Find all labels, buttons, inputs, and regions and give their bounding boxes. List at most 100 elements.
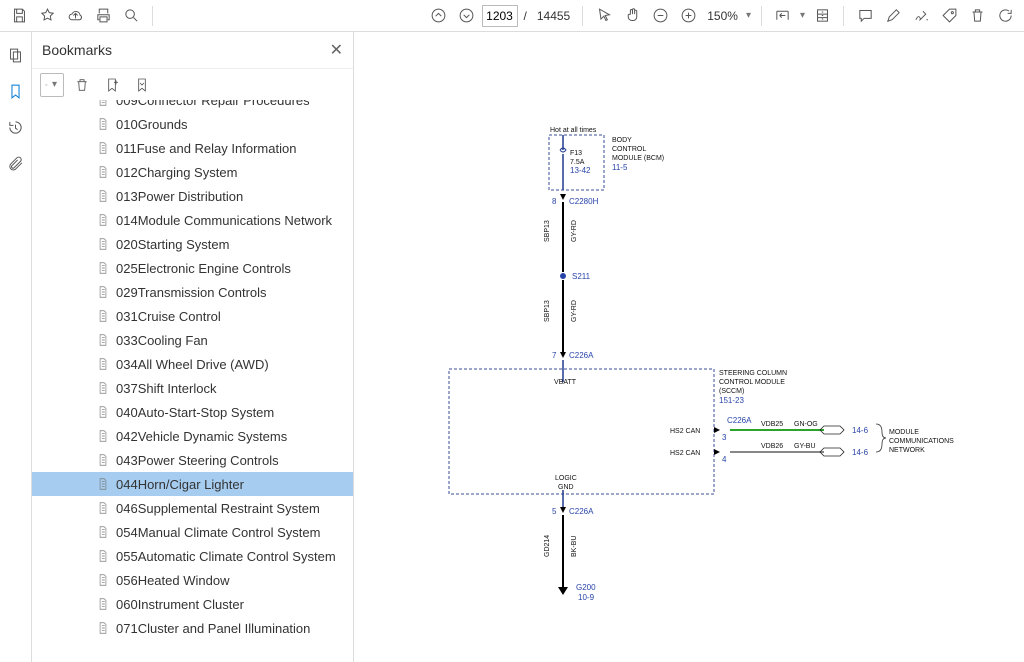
- svg-text:GN-OG: GN-OG: [794, 421, 818, 428]
- bookmark-page-icon: [96, 501, 110, 515]
- svg-text:C226A: C226A: [569, 507, 594, 516]
- svg-text:7: 7: [552, 351, 557, 360]
- bookmark-item[interactable]: 054Manual Climate Control System: [32, 520, 353, 544]
- pencil-button[interactable]: [880, 3, 906, 29]
- zoom-dropdown-icon[interactable]: ▾: [744, 10, 753, 21]
- left-icon-strip: [0, 32, 32, 662]
- svg-text:HS2 CAN: HS2 CAN: [670, 450, 700, 457]
- svg-text:C226A: C226A: [569, 351, 594, 360]
- svg-text:BODY: BODY: [612, 137, 632, 144]
- cabinet-button[interactable]: [809, 3, 835, 29]
- zoom-level-label[interactable]: 150%: [703, 9, 742, 23]
- svg-text:STEERING COLUMN: STEERING COLUMN: [719, 370, 787, 377]
- refresh-button[interactable]: [992, 3, 1018, 29]
- print-button[interactable]: [90, 3, 116, 29]
- bookmark-label: 055Automatic Climate Control System: [116, 549, 336, 564]
- bookmarks-icon[interactable]: [5, 80, 27, 102]
- history-icon[interactable]: [5, 116, 27, 138]
- bookmark-page-icon: [96, 429, 110, 443]
- bookmark-page-icon: [96, 285, 110, 299]
- svg-text:SBP13: SBP13: [544, 300, 551, 322]
- bookmark-item[interactable]: 014Module Communications Network: [32, 208, 353, 232]
- page-up-button[interactable]: [426, 3, 452, 29]
- bookmark-page-icon: [96, 309, 110, 323]
- sign-button[interactable]: [908, 3, 934, 29]
- bookmark-delete-button[interactable]: [70, 73, 94, 97]
- bookmark-item[interactable]: 011Fuse and Relay Information: [32, 136, 353, 160]
- bookmark-label: 009Connector Repair Procedures: [116, 100, 310, 108]
- svg-text:GY-BU: GY-BU: [794, 443, 816, 450]
- svg-text:14-6: 14-6: [852, 448, 869, 457]
- svg-text:5: 5: [552, 507, 557, 516]
- bookmark-page-icon: [96, 621, 110, 635]
- bookmark-item[interactable]: 013Power Distribution: [32, 184, 353, 208]
- page-separator: /: [520, 9, 531, 23]
- bookmark-item[interactable]: 029Transmission Controls: [32, 280, 353, 304]
- document-viewport[interactable]: Hot at all times BODY CONTROL MODULE (BC…: [354, 32, 1024, 662]
- bookmark-label: 011Fuse and Relay Information: [116, 141, 296, 156]
- main-toolbar: / 14455 150%▾ ▾: [0, 0, 1024, 32]
- fit-width-button[interactable]: [770, 3, 796, 29]
- bookmark-list[interactable]: 009Connector Repair Procedures 010Grounds…: [32, 100, 353, 662]
- hand-tool-button[interactable]: [619, 3, 645, 29]
- bookmark-item[interactable]: 010Grounds: [32, 112, 353, 136]
- bookmark-add-button[interactable]: [100, 73, 124, 97]
- tag-button[interactable]: [936, 3, 962, 29]
- svg-text:NETWORK: NETWORK: [889, 447, 925, 454]
- svg-text:S211: S211: [572, 272, 591, 281]
- bookmark-item[interactable]: 034All Wheel Drive (AWD): [32, 352, 353, 376]
- bookmark-item[interactable]: 046Supplemental Restraint System: [32, 496, 353, 520]
- bookmark-item[interactable]: 033Cooling Fan: [32, 328, 353, 352]
- svg-text:3: 3: [722, 433, 727, 442]
- svg-text:(SCCM): (SCCM): [719, 388, 744, 395]
- thumbnails-icon[interactable]: [5, 44, 27, 66]
- pointer-tool-button[interactable]: [591, 3, 617, 29]
- delete-button[interactable]: [964, 3, 990, 29]
- zoom-in-button[interactable]: [675, 3, 701, 29]
- svg-text:11-5: 11-5: [612, 163, 628, 172]
- bookmark-label: 029Transmission Controls: [116, 285, 267, 300]
- bookmark-item[interactable]: 071Cluster and Panel Illumination: [32, 616, 353, 640]
- bookmark-item[interactable]: 042Vehicle Dynamic Systems: [32, 424, 353, 448]
- svg-text:F13: F13: [570, 150, 582, 157]
- bookmark-item[interactable]: 040Auto-Start-Stop System: [32, 400, 353, 424]
- page-down-button[interactable]: [454, 3, 480, 29]
- zoom-out-button[interactable]: [647, 3, 673, 29]
- bookmark-item[interactable]: 037Shift Interlock: [32, 376, 353, 400]
- fit-dropdown-icon[interactable]: ▾: [798, 10, 807, 21]
- bookmark-view-dropdown[interactable]: ▾: [40, 73, 64, 97]
- bookmark-page-icon: [96, 333, 110, 347]
- svg-text:GY-RD: GY-RD: [571, 300, 578, 322]
- bookmark-page-icon: [96, 573, 110, 587]
- bookmark-item[interactable]: 060Instrument Cluster: [32, 592, 353, 616]
- svg-text:8: 8: [552, 197, 557, 206]
- svg-text:CONTROL: CONTROL: [612, 146, 646, 153]
- attachments-icon[interactable]: [5, 152, 27, 174]
- bookmark-toolbar: ▾: [32, 68, 353, 100]
- bookmark-page-icon: [96, 477, 110, 491]
- bookmark-item[interactable]: 009Connector Repair Procedures: [32, 100, 353, 112]
- panel-close-button[interactable]: ✕: [330, 40, 343, 60]
- bookmark-item[interactable]: 025Electronic Engine Controls: [32, 256, 353, 280]
- bookmark-item[interactable]: 012Charging System: [32, 160, 353, 184]
- search-button[interactable]: [118, 3, 144, 29]
- bookmark-item[interactable]: 056Heated Window: [32, 568, 353, 592]
- bookmark-star-button[interactable]: [34, 3, 60, 29]
- bookmark-label: 031Cruise Control: [116, 309, 221, 324]
- svg-text:LOGIC: LOGIC: [555, 475, 577, 482]
- bookmark-item[interactable]: 044Horn/Cigar Lighter: [32, 472, 353, 496]
- bookmark-item[interactable]: 055Automatic Climate Control System: [32, 544, 353, 568]
- bookmark-item[interactable]: 031Cruise Control: [32, 304, 353, 328]
- bookmark-page-icon: [96, 597, 110, 611]
- bookmark-item[interactable]: 043Power Steering Controls: [32, 448, 353, 472]
- bookmark-page-icon: [96, 100, 110, 107]
- bookmark-expand-button[interactable]: [130, 73, 154, 97]
- bookmark-page-icon: [96, 141, 110, 155]
- bookmark-item[interactable]: 020Starting System: [32, 232, 353, 256]
- page-number-input[interactable]: [482, 5, 518, 27]
- bookmark-label: 046Supplemental Restraint System: [116, 501, 320, 516]
- upload-cloud-button[interactable]: [62, 3, 88, 29]
- save-button[interactable]: [6, 3, 32, 29]
- bookmark-page-icon: [96, 453, 110, 467]
- comment-button[interactable]: [852, 3, 878, 29]
